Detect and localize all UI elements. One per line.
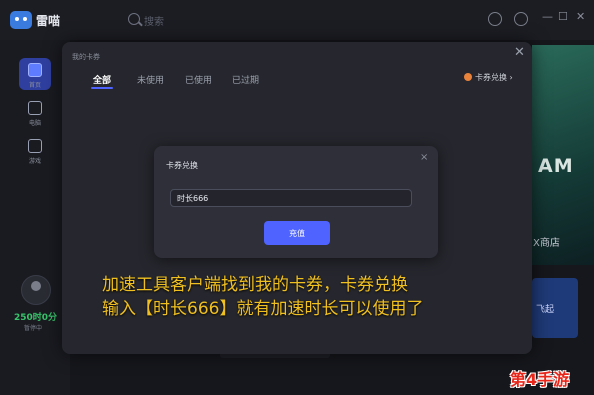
caption-line-2: 输入【时长666】就有加速时长可以使用了 — [102, 299, 424, 319]
caption-line-1: 加速工具客户端找到我的卡券，卡券兑换 — [102, 275, 408, 295]
tab-expired[interactable]: 已过期 — [232, 73, 259, 86]
tab-all[interactable]: 全部 — [93, 73, 111, 86]
gamepad-icon — [28, 139, 42, 153]
dialog-close-button[interactable]: × — [420, 152, 428, 163]
recharge-button[interactable]: 充值 — [264, 221, 330, 245]
redeem-coupon-label: 卡券兑换 › — [475, 73, 513, 82]
sidebar-item-label: 首页 — [28, 82, 41, 89]
maximize-button[interactable]: ☐ — [558, 10, 568, 23]
coupon-code-input[interactable] — [170, 189, 412, 207]
promo-banner-text: 飞起 — [536, 305, 555, 315]
store-label[interactable]: X商店 — [533, 234, 560, 249]
modal-title: 我的卡券 — [72, 53, 100, 61]
notification-icon[interactable] — [488, 12, 502, 26]
dialog-title: 卡券兑换 — [166, 161, 198, 170]
active-tab-indicator — [91, 87, 113, 89]
search-icon[interactable] — [128, 13, 140, 25]
redeem-coupon-link[interactable]: 卡券兑换 › — [464, 72, 513, 83]
game-title: AM — [538, 155, 574, 177]
logo-eye-left — [15, 17, 19, 21]
search-placeholder[interactable]: 搜索 — [144, 13, 164, 28]
tab-unused[interactable]: 未使用 — [137, 73, 164, 86]
sidebar: 首页 电脑 游戏 — [0, 40, 70, 395]
logo-eye-right — [23, 17, 27, 21]
minimize-button[interactable]: — — [542, 10, 553, 23]
sidebar-item-label: 电脑 — [28, 120, 41, 127]
home-icon — [28, 63, 42, 77]
remaining-time: 250时0分 — [14, 313, 58, 323]
sidebar-item-computer[interactable]: 电脑 — [19, 96, 51, 128]
tab-used[interactable]: 已使用 — [185, 73, 212, 86]
app-name: 雷喵 — [36, 14, 61, 28]
user-status: 暂停中 — [24, 325, 43, 332]
monitor-icon — [28, 101, 42, 115]
app-logo-icon — [10, 11, 32, 29]
modal-close-button[interactable]: ✕ — [514, 45, 525, 60]
coupon-icon — [464, 73, 472, 81]
window-close-button[interactable]: ✕ — [576, 10, 585, 23]
sidebar-item-games[interactable]: 游戏 — [19, 134, 51, 166]
user-icon[interactable] — [514, 12, 528, 26]
sidebar-item-home[interactable]: 首页 — [19, 58, 51, 90]
top-bar: 雷喵 搜索 — ☐ ✕ — [0, 0, 594, 40]
watermark-logo: 第4手游 — [510, 370, 570, 389]
avatar[interactable] — [21, 275, 51, 305]
redeem-dialog: 卡券兑换 × 充值 — [154, 146, 438, 258]
sidebar-item-label: 游戏 — [28, 158, 41, 165]
